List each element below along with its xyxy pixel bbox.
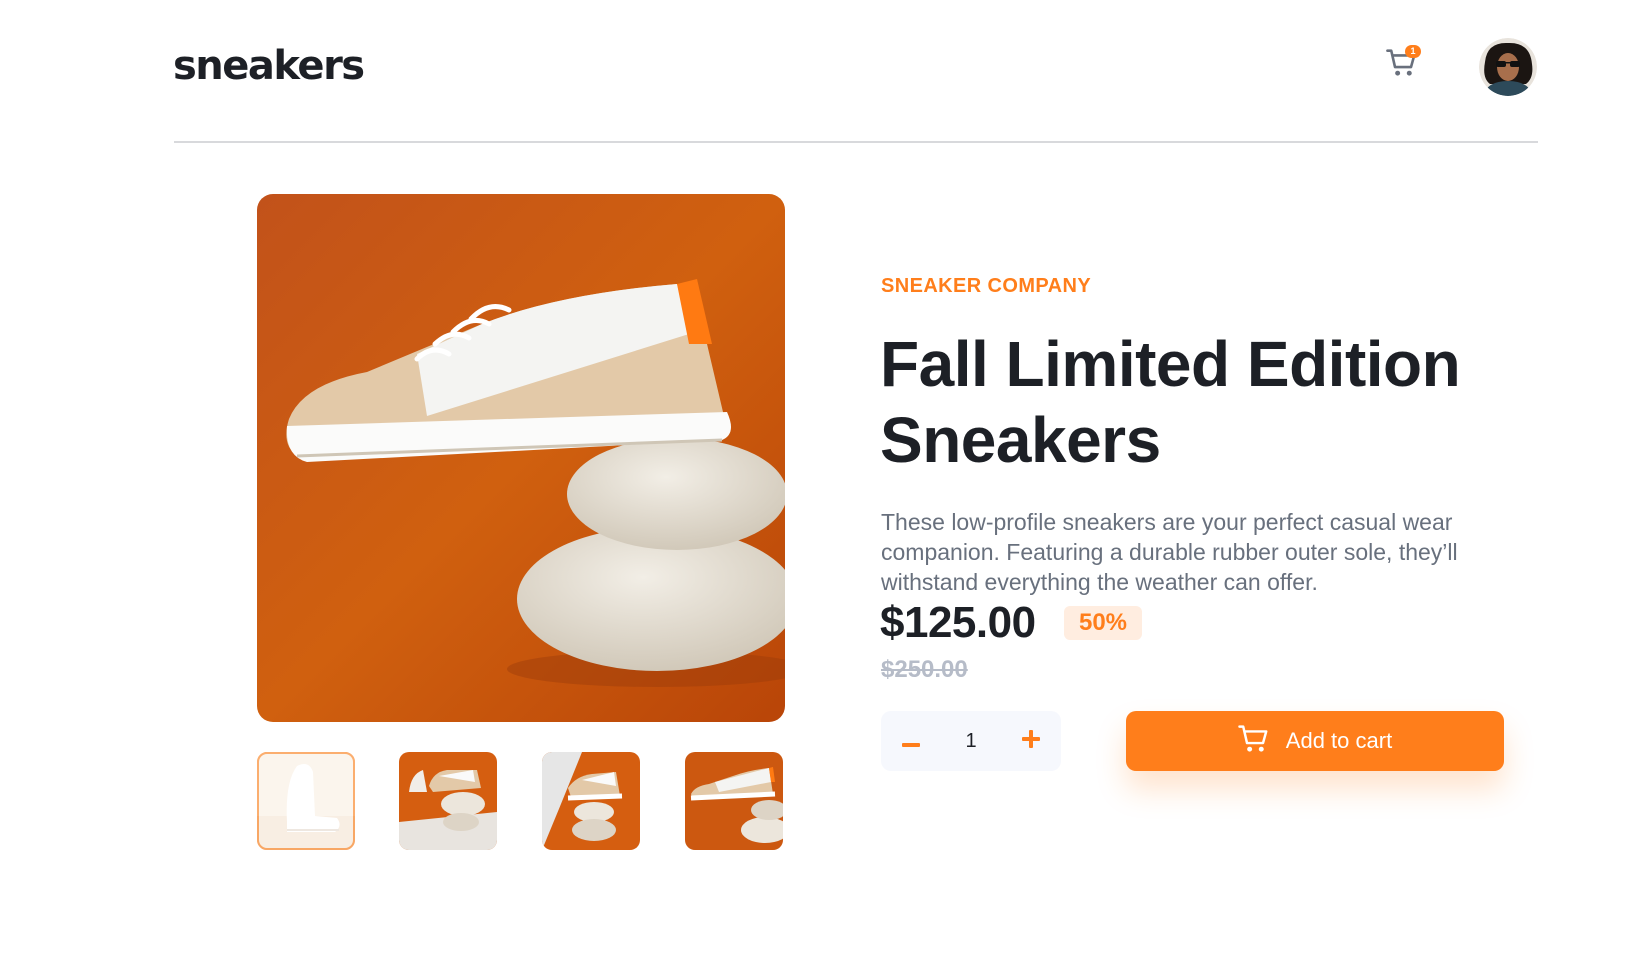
add-to-cart-button[interactable]: Add to cart — [1126, 711, 1504, 771]
product-description: These low-profile sneakers are your perf… — [881, 509, 1458, 595]
decrease-quantity-button[interactable] — [881, 711, 941, 771]
thumbnail-2[interactable] — [399, 752, 497, 850]
thumbnail-3[interactable] — [542, 752, 640, 850]
header-divider — [174, 141, 1538, 143]
company-label: SNEAKER COMPANY — [881, 275, 1092, 297]
plus-icon — [1022, 730, 1040, 752]
minus-icon — [902, 732, 920, 751]
cart-icon — [1238, 724, 1270, 758]
thumbnail-4[interactable] — [685, 752, 783, 850]
logo[interactable]: sneakers — [173, 43, 365, 89]
original-price: $250.00 — [881, 656, 968, 683]
increase-quantity-button[interactable] — [1001, 711, 1061, 771]
product-title: Fall Limited Edition Sneakers — [880, 328, 1461, 476]
add-to-cart-label: Add to cart — [1285, 728, 1393, 753]
quantity-stepper: 1 — [881, 711, 1061, 771]
thumbnail-1[interactable] — [257, 752, 355, 850]
avatar[interactable] — [1479, 38, 1537, 96]
cart-count-badge: 1 — [1405, 45, 1421, 58]
product-main-image[interactable] — [257, 194, 785, 722]
current-price: $125.00 — [880, 598, 1036, 647]
quantity-value[interactable]: 1 — [941, 711, 1001, 771]
discount-badge: 50% — [1064, 606, 1142, 640]
